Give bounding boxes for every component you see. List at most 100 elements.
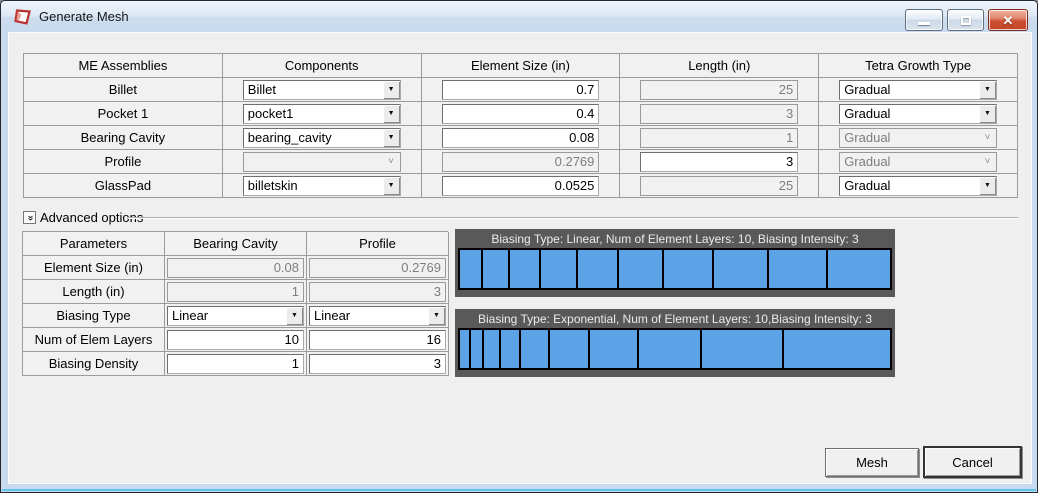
param-header-profile: Profile <box>307 232 449 256</box>
mesh-element-cell <box>500 330 522 368</box>
element-size-input-pocket1[interactable] <box>441 103 600 124</box>
length-input-billet <box>640 79 799 100</box>
mesh-element-cell <box>541 250 578 288</box>
biasing-density-input-bearing-cavity[interactable] <box>167 353 304 374</box>
maximize-button[interactable] <box>947 9 984 31</box>
param-length-bearing-cavity <box>167 281 304 302</box>
expander-chevrons-icon[interactable]: » <box>23 211 36 224</box>
growth-select-profile: Gradual ˅ <box>839 151 997 172</box>
component-select-bearing-cavity[interactable]: bearing_cavity ▼ <box>242 127 401 148</box>
chevron-down-icon: ▼ <box>428 306 445 325</box>
num-elem-layers-input-bearing-cavity[interactable] <box>167 329 304 350</box>
mesh-element-cell <box>509 250 542 288</box>
mesh-element-cell <box>549 330 590 368</box>
assembly-label-glasspad: GlassPad <box>24 174 223 198</box>
growth-select-pocket1[interactable]: Gradual ▼ <box>839 103 997 124</box>
chevron-down-icon: ▼ <box>286 306 303 325</box>
growth-select-bearing-cavity: Gradual ˅ <box>839 127 997 148</box>
element-size-input-bearing-cavity[interactable] <box>441 127 600 148</box>
mesh-table: ME Assemblies Components Element Size (i… <box>23 53 1018 198</box>
length-input-profile[interactable] <box>640 151 799 172</box>
mesh-element-cell <box>521 330 550 368</box>
component-select-profile: ˅ <box>242 151 401 172</box>
mesh-element-cell <box>482 250 510 288</box>
param-length-profile <box>309 281 446 302</box>
app-logo-icon <box>14 9 31 25</box>
biasing-diagram-linear: Biasing Type: Linear, Num of Element Lay… <box>455 229 895 297</box>
close-icon: ✕ <box>1002 12 1014 28</box>
mesh-element-cell <box>484 330 501 368</box>
mesh-element-cell <box>618 250 665 288</box>
param-header-parameters: Parameters <box>23 232 165 256</box>
column-header-tetra-growth-type: Tetra Growth Type <box>819 54 1018 78</box>
biasing-diagram-exponential-title: Biasing Type: Exponential, Num of Elemen… <box>478 312 872 326</box>
chevron-down-icon: ▼ <box>382 80 400 99</box>
biasing-density-input-profile[interactable] <box>309 353 446 374</box>
num-elem-layers-input-profile[interactable] <box>309 329 446 350</box>
param-label-num-elem-layers: Num of Elem Layers <box>23 328 165 352</box>
mesh-element-cell <box>638 330 702 368</box>
maximize-icon <box>960 15 971 25</box>
chevron-down-icon: ▼ <box>979 176 996 195</box>
chevron-down-icon: ▼ <box>382 176 400 195</box>
mesh-element-cell <box>577 250 619 288</box>
mesh-element-cell <box>701 330 784 368</box>
element-size-input-billet[interactable] <box>441 79 600 100</box>
parameters-table: Parameters Bearing Cavity Profile Elemen… <box>22 231 449 376</box>
close-button[interactable]: ✕ <box>988 9 1028 31</box>
growth-select-glasspad[interactable]: Gradual ▼ <box>839 175 997 196</box>
component-select-billet[interactable]: Billet ▼ <box>242 79 401 100</box>
param-label-biasing-density: Biasing Density <box>23 352 165 376</box>
column-header-me-assemblies: ME Assemblies <box>24 54 223 78</box>
chevron-down-icon: ▼ <box>979 80 996 99</box>
param-element-size-profile <box>309 257 446 278</box>
chevron-down-icon: ˅ <box>979 152 996 171</box>
dialog-client-area: ME Assemblies Components Element Size (i… <box>8 32 1032 484</box>
generate-mesh-dialog: Generate Mesh ✕ ME Assemblies Components… <box>0 0 1038 493</box>
mesh-button[interactable]: Mesh <box>825 448 919 477</box>
biasing-type-select-bearing-cavity[interactable]: Linear ▼ <box>167 305 304 326</box>
column-header-length: Length (in) <box>620 54 820 78</box>
column-header-element-size: Element Size (in) <box>421 54 621 78</box>
chevron-down-icon: ▼ <box>979 104 996 123</box>
mesh-element-cell <box>589 330 639 368</box>
chevron-down-icon: ˅ <box>382 152 400 171</box>
assembly-label-profile: Profile <box>24 150 223 174</box>
chevron-down-icon: ▼ <box>382 128 400 147</box>
mesh-element-cell <box>828 250 890 288</box>
biasing-diagram-exponential: Biasing Type: Exponential, Num of Elemen… <box>455 309 895 377</box>
column-header-components: Components <box>222 54 422 78</box>
chevron-down-icon: ˅ <box>979 128 996 147</box>
mesh-element-cell <box>714 250 769 288</box>
mesh-element-cell <box>768 250 829 288</box>
advanced-options-divider <box>128 217 1018 219</box>
chevron-down-icon: ▼ <box>382 104 400 123</box>
mesh-element-cell <box>664 250 715 288</box>
advanced-options-toggle[interactable]: » Advanced options <box>23 210 143 225</box>
component-select-glasspad[interactable]: billetskin ▼ <box>242 175 401 196</box>
component-select-pocket1[interactable]: pocket1 ▼ <box>242 103 401 124</box>
minimize-icon <box>918 21 930 25</box>
param-label-element-size: Element Size (in) <box>23 256 165 280</box>
assembly-label-billet: Billet <box>24 78 223 102</box>
biasing-diagram-linear-title: Biasing Type: Linear, Num of Element Lay… <box>491 232 859 246</box>
cancel-button[interactable]: Cancel <box>923 446 1022 478</box>
element-size-input-profile <box>441 151 600 172</box>
element-size-input-glasspad[interactable] <box>441 175 600 196</box>
mesh-element-cell <box>460 250 483 288</box>
param-label-length: Length (in) <box>23 280 165 304</box>
title-bar[interactable]: Generate Mesh ✕ <box>1 1 1037 32</box>
mesh-element-cell <box>460 330 472 368</box>
biasing-type-select-profile[interactable]: Linear ▼ <box>309 305 446 326</box>
param-element-size-bearing-cavity <box>167 257 304 278</box>
growth-select-billet[interactable]: Gradual ▼ <box>839 79 997 100</box>
param-header-bearing-cavity: Bearing Cavity <box>165 232 307 256</box>
param-label-biasing-type: Biasing Type <box>23 304 165 328</box>
biasing-diagram-exponential-cells <box>458 328 892 370</box>
assembly-label-bearing-cavity: Bearing Cavity <box>24 126 223 150</box>
minimize-button[interactable] <box>905 9 943 31</box>
length-input-glasspad <box>640 175 799 196</box>
mesh-element-cell <box>783 330 890 368</box>
length-input-pocket1 <box>640 103 799 124</box>
assembly-label-pocket1: Pocket 1 <box>24 102 223 126</box>
